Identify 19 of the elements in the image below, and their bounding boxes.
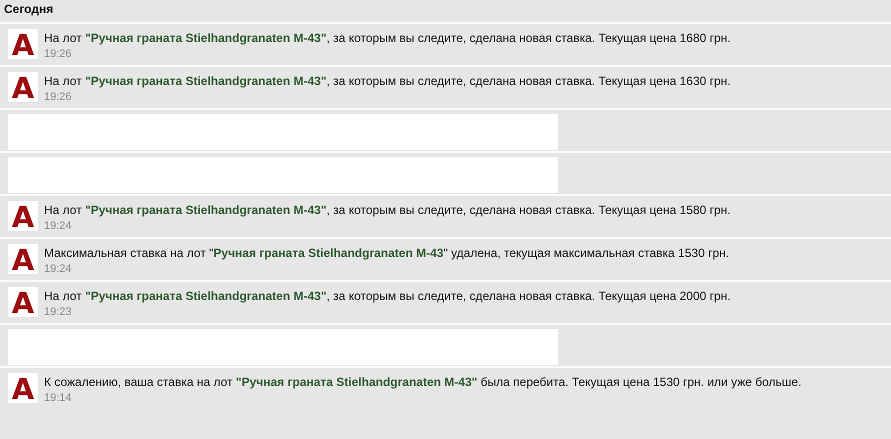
notification-text: На лот "Ручная граната Stielhandgranaten M-43", за которым вы следите, сделана новая ставка. Текущая цена 2000 грн.	[44, 289, 731, 303]
notification-text: Максимальная ставка на лот "Ручная граната Stielhandgranaten M-43" удалена, текущая максимальная ставка 1530 грн.	[44, 246, 730, 260]
timestamp: 19:24	[44, 263, 73, 275]
timestamp: 19:24	[44, 220, 73, 232]
logo-icon: A	[8, 244, 38, 274]
logo-icon: A	[8, 201, 38, 231]
timestamp: 19:14	[44, 392, 73, 404]
logo-icon: A	[8, 72, 38, 102]
logo-icon: A	[8, 287, 38, 317]
notification-text: На лот "Ручная граната Stielhandgranaten M-43", за которым вы следите, сделана новая ставка. Текущая цена 1580 грн.	[44, 203, 731, 217]
logo-icon: A	[8, 29, 38, 59]
timestamp: 19:26	[44, 48, 73, 60]
timestamp: 19:26	[44, 91, 73, 103]
notification-text: На лот "Ручная граната Stielhandgranaten M-43", за которым вы следите, сделана новая ставка. Текущая цена 1680 грн.	[44, 31, 731, 45]
timestamp: 19:23	[44, 306, 73, 318]
logo-icon: A	[8, 373, 38, 403]
notification-text: К сожалению, ваша ставка на лот "Ручная граната Stielhandgranaten M-43" была перебита. Текущая цена 1530 грн. или уже больше.	[44, 375, 802, 389]
section-heading: Сегодня	[3, 2, 54, 18]
notification-text: На лот "Ручная граната Stielhandgranaten M-43", за которым вы следите, сделана новая ставка. Текущая цена 1630 грн.	[44, 74, 731, 88]
